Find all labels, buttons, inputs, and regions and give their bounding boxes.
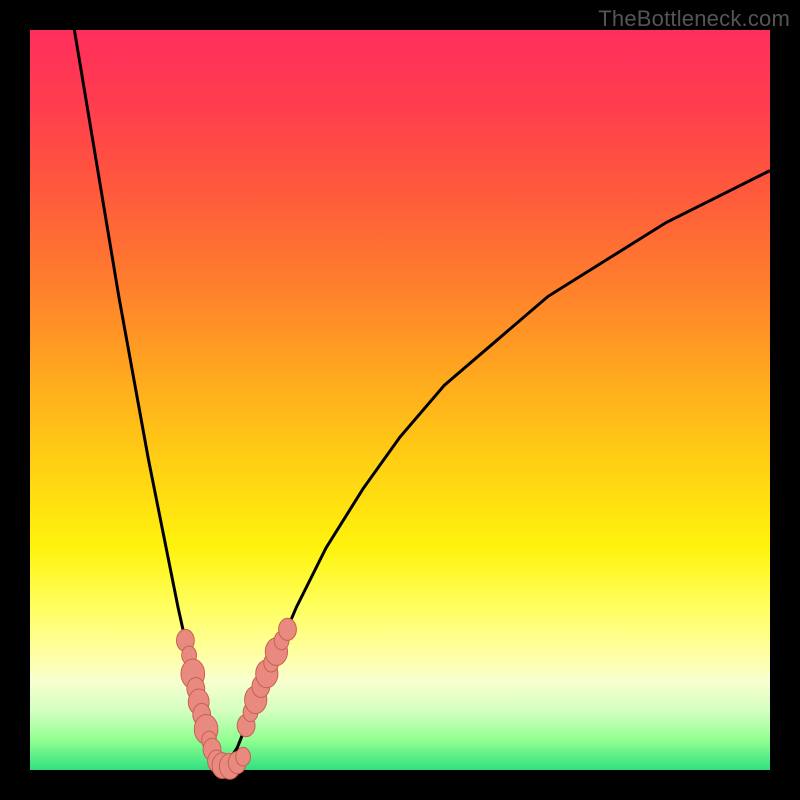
- chart-svg: [30, 30, 770, 770]
- bead-group: [177, 618, 297, 779]
- left-curve: [74, 30, 222, 770]
- plot-area: [30, 30, 770, 770]
- right-curve: [222, 171, 770, 770]
- bead-marker: [236, 747, 251, 766]
- chart-container: TheBottleneck.com: [0, 0, 800, 800]
- watermark-text: TheBottleneck.com: [598, 6, 790, 32]
- bead-marker: [279, 618, 297, 640]
